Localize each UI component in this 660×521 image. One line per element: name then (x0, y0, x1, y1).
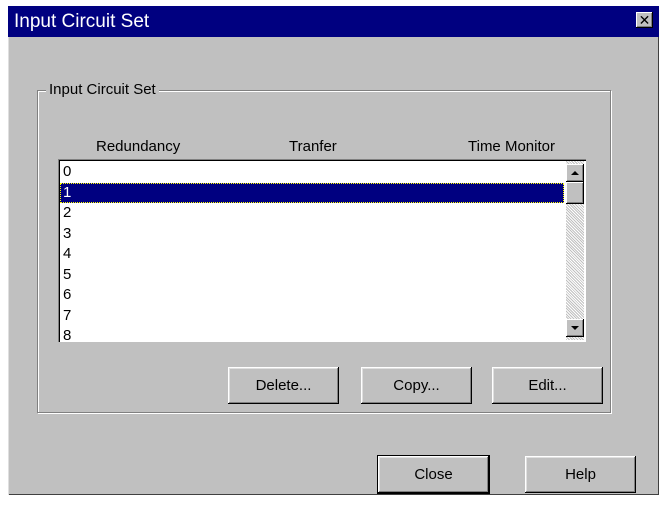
list-item[interactable]: 1 (60, 182, 564, 203)
scroll-up-button[interactable] (566, 164, 584, 182)
column-header-redundancy: Redundancy (96, 138, 181, 155)
scroll-thumb[interactable] (566, 182, 584, 204)
column-header-tranfer: Tranfer (289, 138, 337, 155)
input-circuit-set-group: Input Circuit Set Redundancy Tranfer Tim… (37, 80, 611, 413)
arrow-down-icon (571, 326, 579, 330)
list-item[interactable]: 0 (60, 162, 564, 183)
scroll-down-button[interactable] (566, 319, 584, 337)
arrow-up-icon (571, 171, 579, 175)
circuit-listbox[interactable]: 012345678 (58, 159, 586, 342)
close-button[interactable]: Close (377, 455, 490, 494)
list-item[interactable]: 5 (60, 265, 564, 286)
help-button[interactable]: Help (525, 456, 636, 493)
delete-button[interactable]: Delete... (228, 367, 339, 404)
list-items: 012345678 (60, 162, 564, 342)
close-icon[interactable]: ✕ (636, 12, 653, 28)
list-item[interactable]: 3 (60, 224, 564, 245)
list-item[interactable]: 8 (60, 326, 564, 342)
input-circuit-set-dialog: Input Circuit Set ✕ Input Circuit Set Re… (8, 6, 659, 495)
column-header-time-monitor: Time Monitor (468, 138, 555, 155)
edit-button[interactable]: Edit... (492, 367, 603, 404)
title-bar[interactable]: Input Circuit Set ✕ (8, 6, 659, 37)
list-item[interactable]: 2 (60, 203, 564, 224)
list-item[interactable]: 7 (60, 306, 564, 327)
window-title: Input Circuit Set (14, 11, 150, 32)
list-item[interactable]: 6 (60, 285, 564, 306)
copy-button[interactable]: Copy... (361, 367, 472, 404)
list-item[interactable]: 4 (60, 244, 564, 265)
vertical-scrollbar[interactable] (566, 161, 584, 340)
group-label: Input Circuit Set (46, 80, 159, 100)
